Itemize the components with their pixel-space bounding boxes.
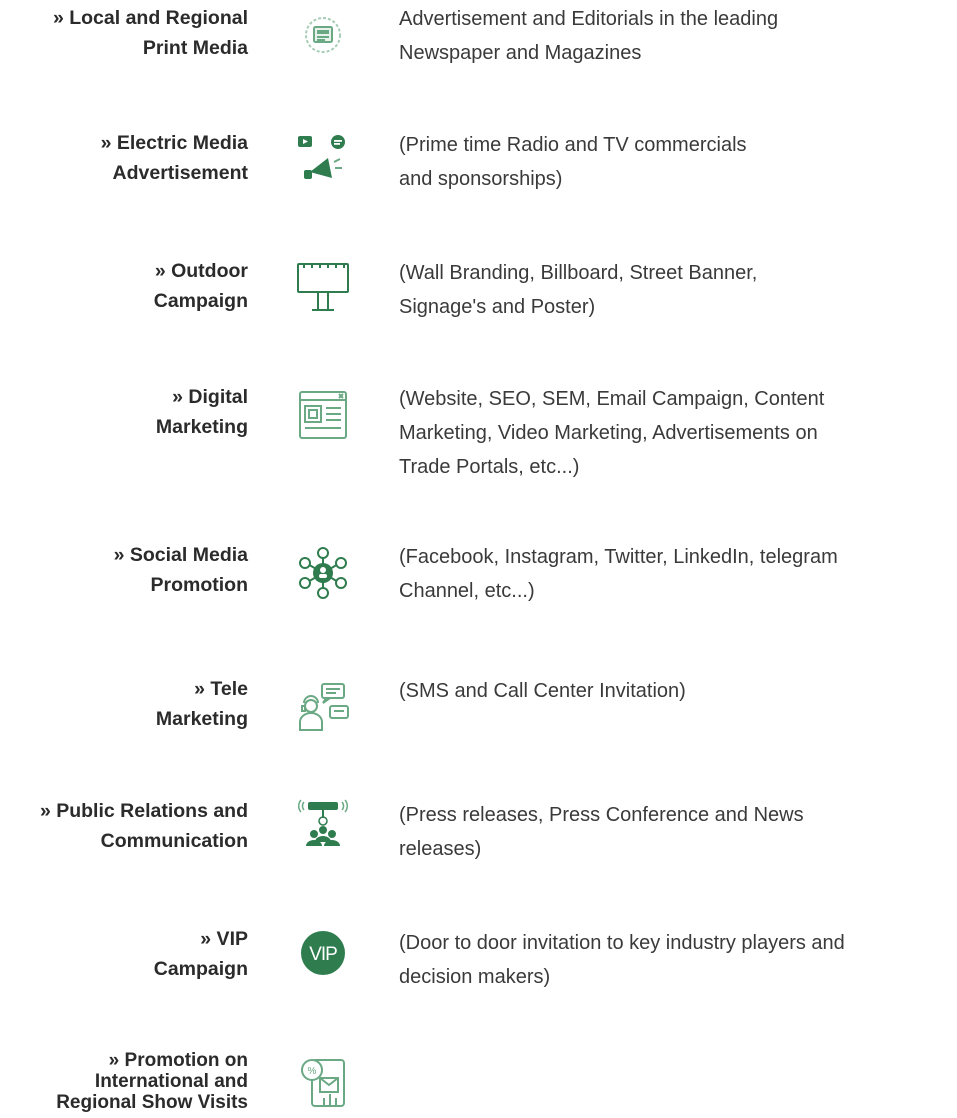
desc-line: and sponsorships)	[399, 168, 563, 190]
megaphone-media-icon	[294, 132, 352, 190]
service-title: » Public Relations and Communication	[0, 796, 248, 856]
service-description: Advertisement and Editorials in the lead…	[399, 2, 949, 70]
desc-line: Marketing, Video Marketing, Advertisemen…	[399, 422, 818, 444]
title-line: » Digital	[172, 386, 248, 408]
service-description: (Door to door invitation to key industry…	[399, 926, 949, 994]
service-description: (Website, SEO, SEM, Email Campaign, Cont…	[399, 382, 949, 484]
service-description: (Wall Branding, Billboard, Street Banner…	[399, 256, 949, 324]
desc-line: Trade Portals, etc...)	[399, 456, 580, 478]
desc-line: (Press releases, Press Conference and Ne…	[399, 804, 804, 826]
promotion-tablet-icon: %	[294, 1054, 352, 1112]
title-line: » Public Relations and	[39, 800, 248, 822]
service-title: » Social Media Promotion	[0, 540, 248, 600]
desc-line: (Prime time Radio and TV commercials	[399, 134, 747, 156]
title-line: Advertisement	[112, 162, 248, 184]
svg-text:%: %	[308, 1066, 317, 1077]
vip-badge-icon: VIP	[294, 924, 352, 982]
service-title: » Electric Media Advertisement	[0, 128, 248, 188]
desc-line: Newspaper and Magazines	[399, 42, 642, 64]
title-line: Marketing	[155, 708, 248, 730]
title-line: » Tele	[194, 678, 248, 700]
title-line: » Promotion on	[108, 1050, 248, 1071]
service-description: (Facebook, Instagram, Twitter, LinkedIn,…	[399, 540, 949, 608]
title-line: » Electric Media	[100, 132, 248, 154]
vip-badge-text: VIP	[309, 944, 337, 965]
desc-line: (Door to door invitation to key industry…	[399, 932, 845, 954]
service-title: » Promotion on International and Regiona…	[0, 1050, 248, 1113]
service-description: (Press releases, Press Conference and Ne…	[399, 798, 949, 866]
service-title: » Local and Regional Print Media	[0, 3, 248, 63]
title-line: Campaign	[153, 958, 248, 980]
newspaper-icon	[294, 8, 352, 66]
desc-line: (SMS and Call Center Invitation)	[399, 680, 686, 702]
title-line: » Social Media	[113, 544, 248, 566]
desc-line: Signage's and Poster)	[399, 296, 596, 318]
title-line: Communication	[100, 830, 248, 852]
desc-line: (Wall Branding, Billboard, Street Banner…	[399, 262, 758, 284]
service-title: » VIP Campaign	[0, 924, 248, 984]
title-line: International and	[94, 1071, 248, 1092]
public-relations-icon	[294, 796, 352, 854]
desc-line: (Website, SEO, SEM, Email Campaign, Cont…	[399, 388, 825, 410]
desc-line: (Facebook, Instagram, Twitter, LinkedIn,…	[399, 546, 838, 568]
service-title: » Tele Marketing	[0, 674, 248, 734]
title-line: » Outdoor	[154, 260, 248, 282]
service-description: (Prime time Radio and TV commercials and…	[399, 128, 949, 196]
desc-line: releases)	[399, 838, 482, 860]
title-line: Regional Show Visits	[56, 1092, 248, 1113]
web-page-icon	[294, 386, 352, 444]
title-line: » Local and Regional	[52, 7, 248, 29]
telemarketing-icon	[294, 680, 352, 738]
title-line: Marketing	[155, 416, 248, 438]
desc-line: decision makers)	[399, 966, 551, 988]
title-line: Campaign	[153, 290, 248, 312]
title-line: Print Media	[142, 37, 248, 59]
title-line: » VIP	[200, 928, 248, 950]
desc-line: Channel, etc...)	[399, 580, 535, 602]
billboard-icon	[294, 258, 352, 316]
service-title: » Digital Marketing	[0, 382, 248, 442]
service-description: (SMS and Call Center Invitation)	[399, 674, 949, 708]
desc-line: Advertisement and Editorials in the lead…	[399, 8, 779, 30]
service-title: » Outdoor Campaign	[0, 256, 248, 316]
title-line: Promotion	[150, 574, 249, 596]
social-network-icon	[294, 544, 352, 602]
